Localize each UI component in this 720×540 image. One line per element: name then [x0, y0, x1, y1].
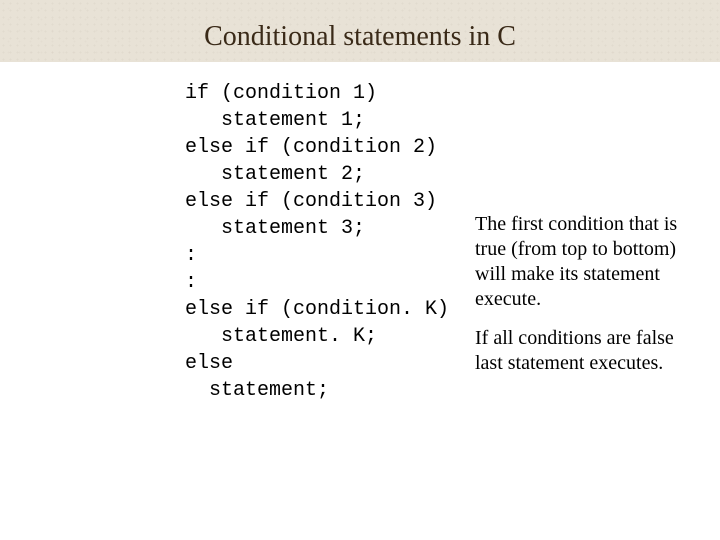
- slide-title: Conditional statements in C: [204, 21, 516, 53]
- slide: Conditional statements in C if (conditio…: [0, 0, 720, 540]
- annotation-paragraph-2: If all conditions are false last stateme…: [475, 326, 690, 376]
- title-bar: Conditional statements in C: [0, 0, 720, 62]
- annotation-block: The first condition that is true (from t…: [475, 212, 690, 390]
- annotation-paragraph-1: The first condition that is true (from t…: [475, 212, 690, 312]
- content-area: if (condition 1) statement 1; else if (c…: [185, 80, 715, 404]
